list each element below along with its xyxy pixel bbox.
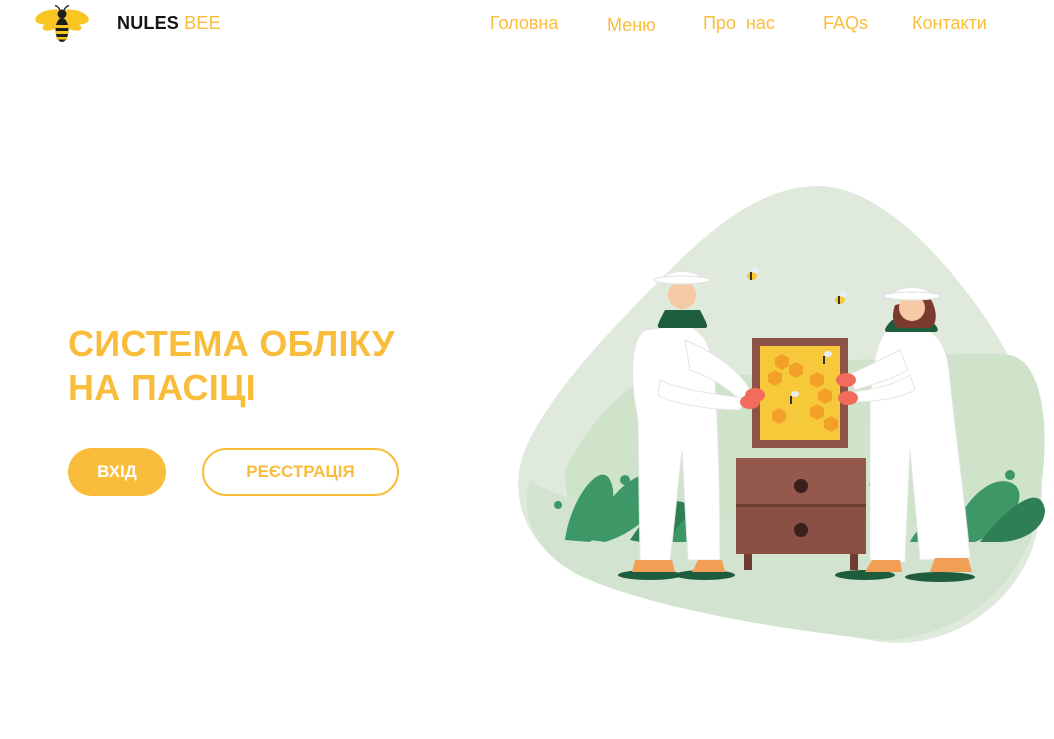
brand-primary: NULES xyxy=(117,13,180,33)
beekeepers-illustration xyxy=(510,180,1050,650)
nav-home[interactable]: Головна xyxy=(490,13,558,34)
landing-page: NULES BEE Головна Меню Про нас FAQs Конт… xyxy=(0,0,1054,739)
nav-contacts[interactable]: Контакти xyxy=(912,13,987,34)
nav-faqs[interactable]: FAQs xyxy=(823,13,868,34)
hero-title-line-2: НА ПАСІЦІ xyxy=(68,367,256,408)
nav-about[interactable]: Про нас xyxy=(703,13,775,34)
nav-menu[interactable]: Меню xyxy=(607,15,656,36)
bee-icon[interactable] xyxy=(34,3,90,45)
register-button[interactable]: РЕЄСТРАЦІЯ xyxy=(202,448,399,496)
hero-title-line-1: СИСТЕМА ОБЛІКУ xyxy=(68,323,395,364)
brand-secondary: BEE xyxy=(184,13,221,33)
brand-name[interactable]: NULES BEE xyxy=(117,13,221,34)
hero-title: СИСТЕМА ОБЛІКУ НА ПАСІЦІ xyxy=(68,322,395,410)
login-button[interactable]: ВХІД xyxy=(68,448,166,496)
